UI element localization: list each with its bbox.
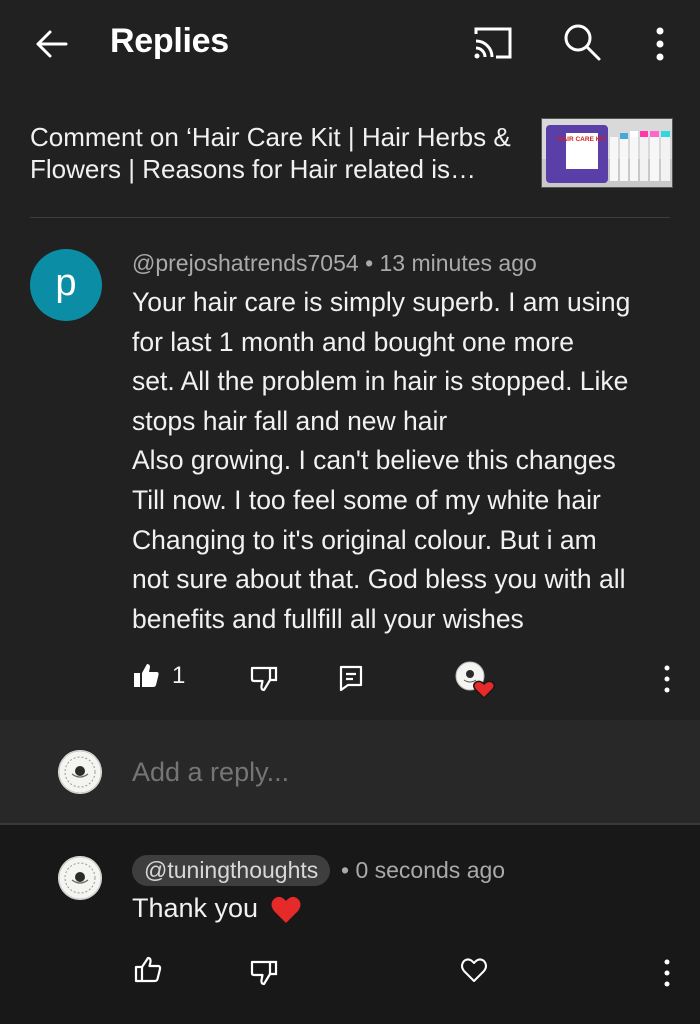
- divider: [0, 823, 700, 825]
- dislike-icon[interactable]: [250, 664, 278, 692]
- cast-icon[interactable]: [472, 24, 514, 62]
- reply-more-icon[interactable]: [660, 958, 674, 988]
- avatar: [58, 750, 102, 794]
- comment-more-icon[interactable]: [660, 664, 674, 694]
- reply-meta: • 0 seconds ago: [341, 857, 505, 884]
- like-count: 1: [172, 662, 186, 689]
- comment-text: Your hair care is simply superb. I am us…: [132, 287, 631, 634]
- channel-logo-icon: [58, 750, 102, 794]
- back-arrow-icon[interactable]: [32, 24, 72, 64]
- red-heart-emoji-icon: [271, 896, 301, 923]
- like-icon[interactable]: [134, 956, 162, 984]
- svg-text:HAIR CARE KIT: HAIR CARE KIT: [558, 136, 606, 143]
- video-title[interactable]: Comment on ‘Hair Care Kit | Hair Herbs &…: [30, 121, 520, 185]
- creator-heart-icon[interactable]: [454, 660, 498, 700]
- avatar[interactable]: [58, 856, 102, 900]
- comment-meta: @prejoshatrends7054 • 13 minutes ago: [132, 250, 537, 277]
- channel-logo-icon: [58, 856, 102, 900]
- more-vert-icon[interactable]: [646, 24, 674, 64]
- avatar[interactable]: p: [30, 249, 102, 321]
- add-reply-input[interactable]: [132, 757, 632, 788]
- dislike-icon[interactable]: [250, 958, 278, 986]
- reply-time: 0 seconds ago: [355, 857, 506, 883]
- hair-care-kit-image: HAIR CARE KIT: [542, 119, 672, 187]
- comment-time: 13 minutes ago: [379, 250, 537, 276]
- heart-outline-icon[interactable]: [460, 956, 488, 984]
- comment-author[interactable]: @prejoshatrends7054: [132, 250, 359, 276]
- reply-comment-icon[interactable]: [338, 664, 364, 692]
- meta-separator: •: [365, 250, 374, 276]
- reply-author-chip[interactable]: @tuningthoughts: [132, 855, 331, 886]
- search-icon[interactable]: [562, 22, 602, 62]
- reply-text: Thank you: [132, 893, 259, 923]
- page-title: Replies: [110, 22, 229, 60]
- meta-separator: •: [341, 857, 350, 883]
- video-thumbnail[interactable]: HAIR CARE KIT: [541, 118, 673, 188]
- divider: [30, 217, 670, 218]
- like-filled-icon[interactable]: [132, 662, 160, 690]
